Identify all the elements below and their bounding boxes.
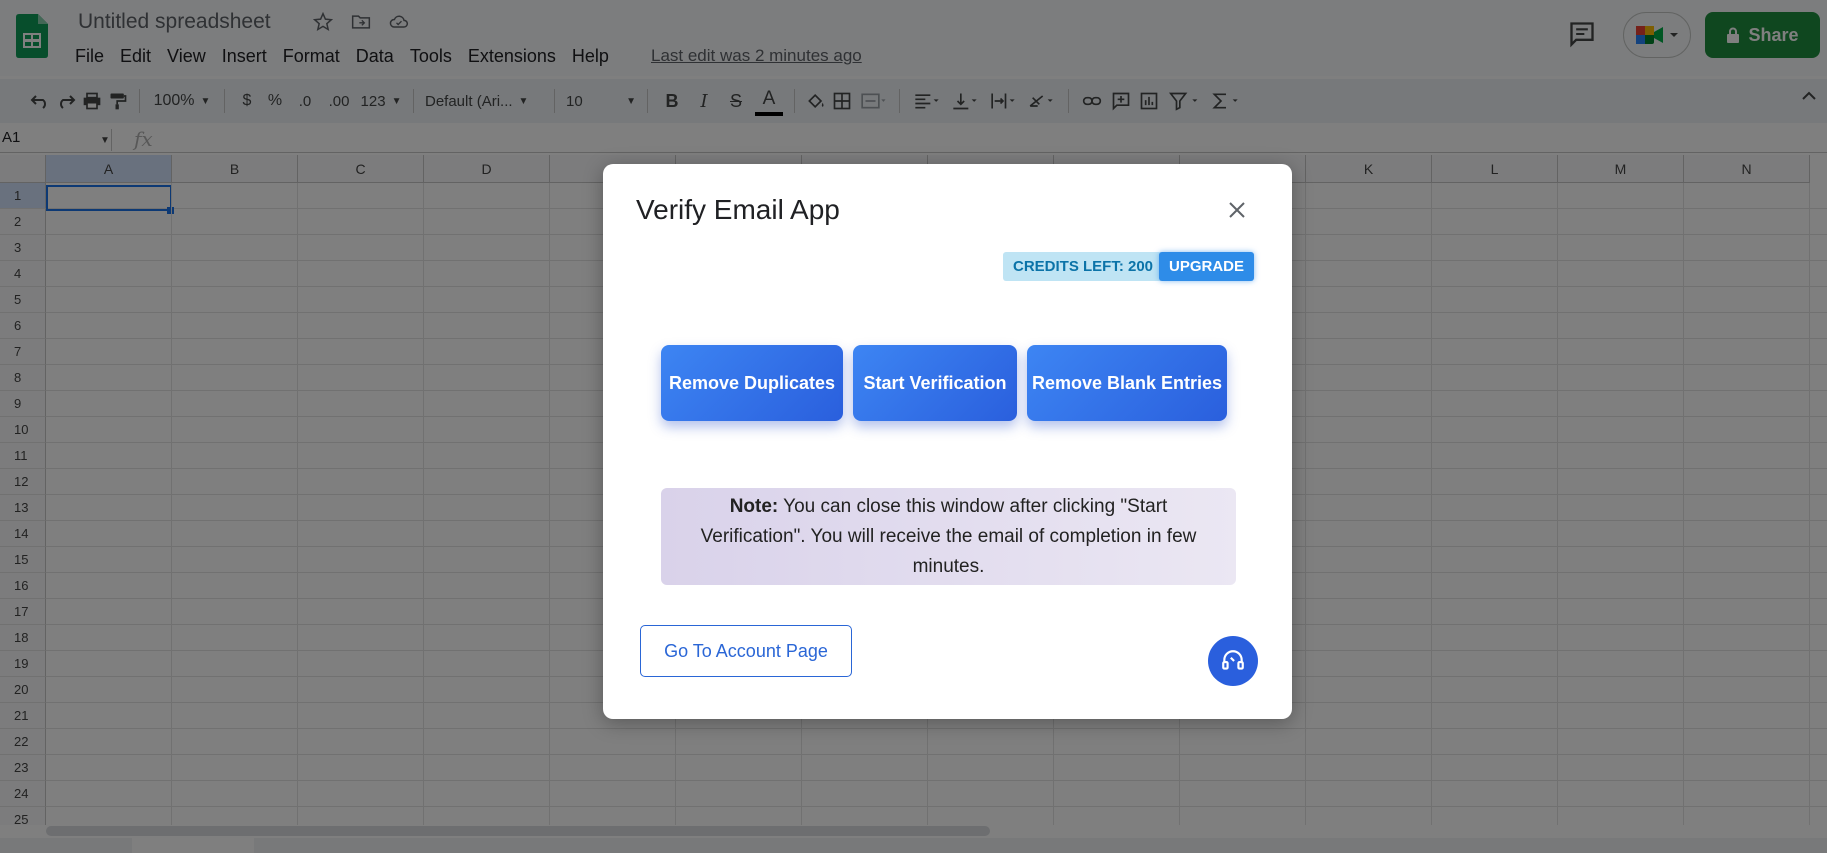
- note-box: Note: You can close this window after cl…: [661, 488, 1236, 585]
- verify-email-dialog: Verify Email App CREDITS LEFT: 200 UPGRA…: [603, 164, 1292, 719]
- upgrade-button[interactable]: UPGRADE: [1159, 252, 1255, 281]
- dialog-title: Verify Email App: [636, 194, 840, 225]
- support-button[interactable]: [1208, 636, 1258, 686]
- close-icon[interactable]: [1225, 198, 1249, 222]
- go-to-account-button[interactable]: Go To Account Page: [640, 625, 852, 677]
- headset-icon: [1222, 650, 1244, 670]
- start-verification-button[interactable]: Start Verification: [853, 345, 1017, 421]
- remove-blank-entries-button[interactable]: Remove Blank Entries: [1027, 345, 1227, 421]
- credits-badge: CREDITS LEFT: 200: [1003, 252, 1164, 281]
- remove-duplicates-button[interactable]: Remove Duplicates: [661, 345, 843, 421]
- note-label: Note:: [729, 496, 779, 517]
